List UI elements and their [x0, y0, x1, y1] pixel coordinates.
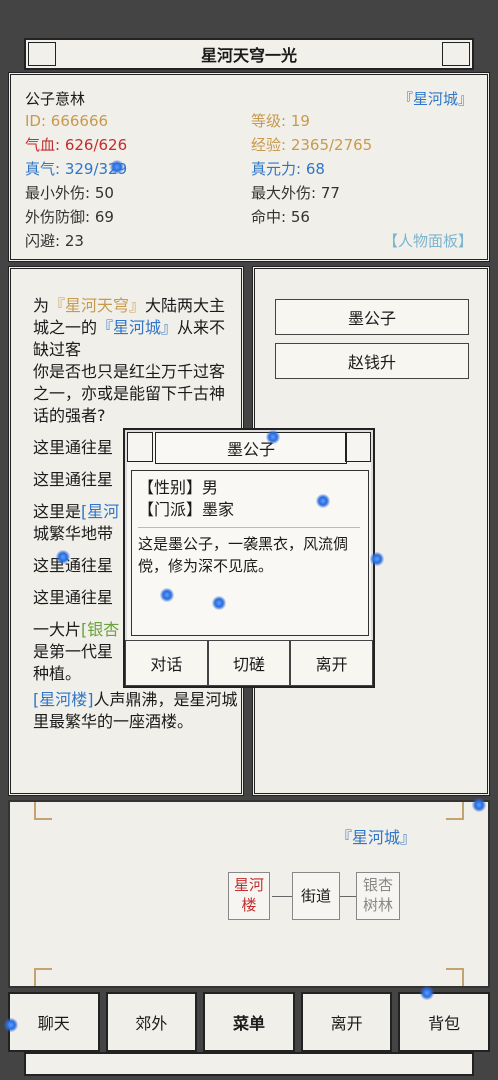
- hp-value: 气血: 626/626: [25, 136, 128, 154]
- location-link[interactable]: [星河: [81, 502, 119, 521]
- corner-ornament-icon: [446, 968, 464, 986]
- leave-button[interactable]: 离开: [300, 992, 393, 1052]
- npc-button[interactable]: 墨公子: [275, 299, 469, 335]
- touch-glow-icon: [370, 552, 384, 566]
- npc-dialog: 墨公子 【性别】男 【门派】墨家 这是墨公子，一袭黑衣，风流倜傥，修为深不见底。…: [123, 428, 375, 688]
- bottom-nav: 聊天 郊外 菜单 离开 背包: [8, 992, 490, 1052]
- corner-ornament-icon: [446, 802, 464, 820]
- touch-glow-icon: [110, 160, 124, 174]
- max-attack-value: 最大外伤: 77: [251, 184, 340, 202]
- min-attack-value: 最小外伤: 50: [25, 184, 114, 202]
- character-stats-panel: 公子意林 『星河城』 ID: 666666 等级: 19 气血: 626/626…: [8, 72, 490, 262]
- npc-description: 这是墨公子，一袭黑衣，风流倜傥，修为深不见底。: [138, 535, 349, 575]
- exp-value: 经验: 2365/2765: [251, 136, 373, 154]
- knot-ornament-icon: [345, 432, 371, 462]
- story-intro: 为『星河天穹』大陆两大主城之一的『星河城』从来不缺过客: [33, 296, 226, 359]
- footer-ornament: [24, 1052, 474, 1076]
- dialog-body: 【性别】男 【门派】墨家 这是墨公子，一袭黑衣，风流倜傥，修为深不见底。: [131, 470, 369, 636]
- hit-value: 命中: 56: [251, 208, 310, 226]
- npc-sect: 【门派】墨家: [138, 500, 235, 519]
- npc-gender: 【性别】男: [138, 478, 219, 497]
- dialog-divider: [138, 527, 360, 528]
- touch-glow-icon: [212, 596, 226, 610]
- map-node-street[interactable]: 街道: [292, 872, 340, 920]
- touch-glow-icon: [316, 494, 330, 508]
- city-link[interactable]: 『星河城』: [398, 89, 473, 109]
- map-node-tower[interactable]: 星河楼: [228, 872, 270, 920]
- knot-ornament-icon: [442, 42, 470, 66]
- bag-button[interactable]: 背包: [398, 992, 490, 1052]
- touch-glow-icon: [266, 430, 280, 444]
- map-node-forest[interactable]: 银杏树林: [356, 872, 400, 920]
- level-value: 等级: 19: [251, 112, 310, 130]
- touch-glow-icon: [160, 588, 174, 602]
- menu-button[interactable]: 菜单: [203, 992, 295, 1052]
- character-name: 公子意林: [25, 90, 86, 108]
- forest-link[interactable]: [银杏: [81, 620, 119, 639]
- story-line: 你是否也只是红尘万千过客之一，亦或是能留下千古神话的强者?: [33, 362, 226, 425]
- corner-ornament-icon: [34, 802, 52, 820]
- map-connector: [272, 896, 292, 897]
- corner-ornament-icon: [34, 968, 52, 986]
- game-frame: 星河天穹一光 公子意林 『星河城』 ID: 666666 等级: 19 气血: …: [0, 0, 498, 1080]
- knot-ornament-icon: [28, 42, 56, 66]
- character-panel-link[interactable]: 【人物面板】: [383, 231, 473, 251]
- title-bar: 星河天穹一光: [24, 38, 474, 70]
- knot-ornament-icon: [127, 432, 153, 462]
- touch-glow-icon: [420, 986, 434, 1000]
- yuanli-value: 真元力: 68: [251, 160, 325, 178]
- touch-glow-icon: [472, 798, 486, 812]
- id-value: ID: 666666: [25, 112, 109, 130]
- dodge-value: 闪避: 23: [25, 232, 84, 250]
- city-link[interactable]: 『星河城』: [97, 318, 177, 337]
- dialog-leave-button[interactable]: 离开: [290, 640, 374, 686]
- defense-value: 外伤防御: 69: [25, 208, 114, 226]
- dialog-actions: 对话 切磋 离开: [125, 640, 374, 686]
- suburb-button[interactable]: 郊外: [105, 992, 198, 1052]
- tower-link[interactable]: [星河楼]: [33, 690, 94, 709]
- map-connector: [340, 896, 356, 897]
- minimap: 『星河城』 星河楼 街道 银杏树林: [8, 800, 490, 988]
- map-city-label: 『星河城』: [336, 828, 417, 847]
- chat-button[interactable]: 聊天: [8, 992, 100, 1052]
- spar-button[interactable]: 切磋: [207, 640, 291, 686]
- dialog-title: 墨公子: [155, 432, 347, 464]
- page-title: 星河天穹一光: [200, 46, 297, 65]
- talk-button[interactable]: 对话: [125, 640, 208, 686]
- world-link[interactable]: 『星河天穹』: [49, 296, 145, 315]
- touch-glow-icon: [4, 1018, 18, 1032]
- touch-glow-icon: [56, 550, 70, 564]
- npc-button[interactable]: 赵钱升: [275, 343, 469, 379]
- tower-line: [星河楼]人声鼎沸，是星河城里最繁华的一座酒楼。: [33, 690, 238, 731]
